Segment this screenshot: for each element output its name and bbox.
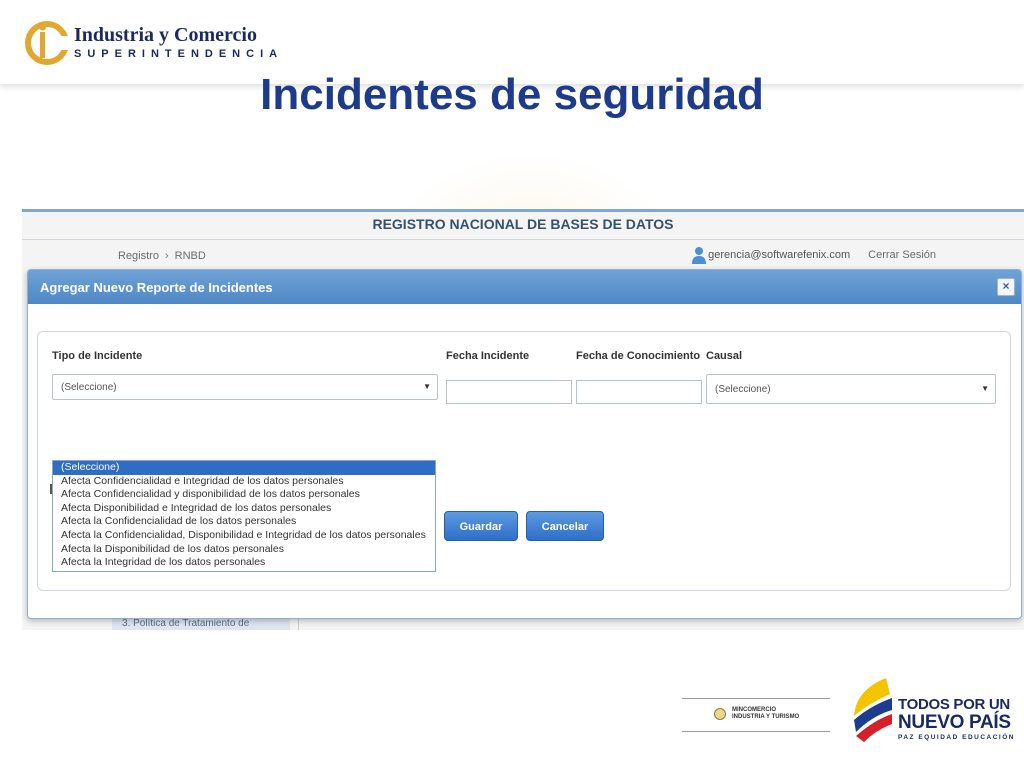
fecha-conocimiento-label: Fecha de Conocimiento <box>576 350 701 362</box>
campaign-line2: NUEVO PAÍS <box>898 712 1011 733</box>
breadcrumb: Registro › RNBD <box>118 250 206 262</box>
dropdown-option[interactable]: (Seleccione) <box>53 461 435 475</box>
dropdown-option[interactable]: Afecta la Confidencialidad, Disponibilid… <box>53 529 435 543</box>
cancel-button[interactable]: Cancelar <box>526 511 604 541</box>
modal-header: Agregar Nuevo Reporte de Incidentes × <box>28 270 1021 304</box>
user-icon <box>692 247 707 264</box>
campaign-line1: TODOS POR UN <box>898 696 1010 713</box>
tipo-incidente-dropdown: (Seleccione) Afecta Confidencialidad e I… <box>52 460 436 572</box>
user-area: gerencia@softwarefenix.com Cerrar Sesión <box>692 246 936 264</box>
slide-title: Incidentes de seguridad <box>260 70 764 119</box>
tab-politica-tratamiento[interactable]: 3. Política de Tratamiento de <box>112 618 290 630</box>
colombia-flag-icon <box>854 678 892 742</box>
add-incident-modal: Agregar Nuevo Reporte de Incidentes × Ti… <box>27 269 1022 619</box>
mincomercio-text: MINCOMERCIO INDUSTRIA Y TURISMO <box>732 707 799 721</box>
fecha-incidente-label: Fecha Incidente <box>446 350 530 362</box>
tipo-incidente-label: Tipo de Incidente <box>52 350 143 362</box>
close-icon[interactable]: × <box>997 278 1015 296</box>
tipo-incidente-value: (Seleccione) <box>61 382 117 393</box>
coat-of-arms-icon <box>714 708 726 720</box>
logout-link[interactable]: Cerrar Sesión <box>868 249 936 261</box>
dropdown-option[interactable]: Afecta la Confidencialidad de los datos … <box>53 515 435 529</box>
tab-divider <box>298 618 299 630</box>
causal-label: Causal <box>706 350 743 362</box>
app-header-title: REGISTRO NACIONAL DE BASES DE DATOS <box>372 216 674 232</box>
fecha-incidente-input[interactable] <box>446 380 572 404</box>
dropdown-option[interactable]: Afecta Disponibilidad e Integridad de lo… <box>53 502 435 516</box>
chevron-right-icon: › <box>164 250 169 262</box>
user-email: gerencia@softwarefenix.com <box>708 249 851 261</box>
mincomercio-line1: MINCOMERCIO <box>732 707 776 713</box>
campaign-line3: PAZ EQUIDAD EDUCACIÓN <box>898 734 1015 741</box>
sic-logo: Industria y Comercio SUPERINTENDENCIA <box>24 18 277 68</box>
app-header-divider <box>22 239 1024 240</box>
dropdown-option[interactable]: Afecta la Disponibilidad de los datos pe… <box>53 543 435 557</box>
sic-logo-subtitle: SUPERINTENDENCIA <box>74 48 284 60</box>
save-button[interactable]: Guardar <box>444 511 518 541</box>
modal-title: Agregar Nuevo Reporte de Incidentes <box>40 280 273 295</box>
chevron-down-icon: ▼ <box>981 384 989 393</box>
tipo-incidente-select[interactable]: (Seleccione) ▼ <box>52 374 438 400</box>
chevron-down-icon: ▼ <box>423 382 431 391</box>
mincomercio-line2: INDUSTRIA Y TURISMO <box>732 714 800 720</box>
app-screenshot: REGISTRO NACIONAL DE BASES DE DATOS Regi… <box>22 209 1024 630</box>
incident-form-panel: Tipo de Incidente Fecha Incidente Fecha … <box>37 331 1011 591</box>
sic-logo-name: Industria y Comercio <box>74 24 257 46</box>
breadcrumb-item-rnbd[interactable]: RNBD <box>175 250 206 262</box>
fecha-conocimiento-input[interactable] <box>576 380 702 404</box>
dropdown-option[interactable]: Afecta la Integridad de los datos person… <box>53 556 435 570</box>
dropdown-option[interactable]: Afecta Confidencialidad e Integridad de … <box>53 475 435 489</box>
dropdown-option[interactable]: Afecta Confidencialidad y disponibilidad… <box>53 488 435 502</box>
causal-select[interactable]: (Seleccione) ▼ <box>706 374 996 404</box>
causal-value: (Seleccione) <box>715 384 771 395</box>
breadcrumb-item-registro[interactable]: Registro <box>118 250 159 262</box>
mincomercio-logo: MINCOMERCIO INDUSTRIA Y TURISMO <box>682 698 830 732</box>
todos-por-un-nuevo-pais-logo: TODOS POR UN NUEVO PAÍS PAZ EQUIDAD EDUC… <box>848 676 1013 746</box>
sic-logo-mark-icon <box>25 21 70 65</box>
